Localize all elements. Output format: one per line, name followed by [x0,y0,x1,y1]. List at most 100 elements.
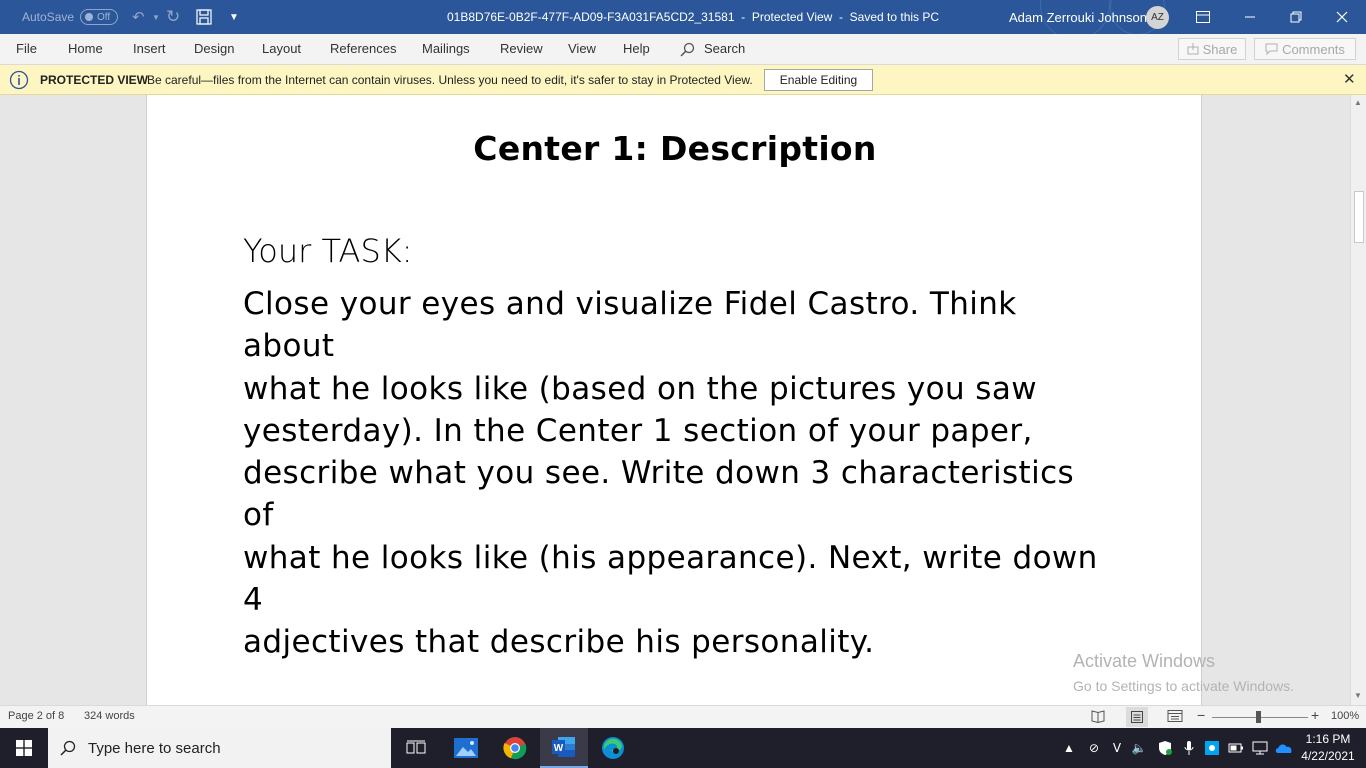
svg-text:W: W [554,743,564,754]
search-icon [60,740,76,756]
onedrive-icon[interactable] [1275,739,1293,757]
windows-taskbar: Type here to search W ▲ ⊘ ᐯ 🔈 1:16 PM 4/… [0,728,1366,768]
tab-references[interactable]: References [330,34,396,64]
taskbar-search-box[interactable]: Type here to search [48,728,391,768]
paragraph-line: Close your eyes and visualize Fidel Cast… [243,286,1017,365]
read-mode-icon[interactable] [1091,709,1105,726]
autosave-toggle[interactable]: Off [80,9,118,25]
share-button[interactable]: Share [1178,38,1246,60]
close-icon[interactable] [1336,0,1348,34]
watermark-subtitle: Go to Settings to activate Windows. [1073,678,1294,694]
info-icon [9,70,29,93]
share-icon [1187,43,1199,55]
task-paragraph: Close your eyes and visualize Fidel Cast… [243,283,1113,664]
restore-icon[interactable] [1290,0,1302,34]
connected-app-icon[interactable] [1203,739,1221,757]
autosave-state: Off [97,11,111,23]
minimize-icon[interactable] [1244,0,1256,34]
protected-view-title: PROTECTED VIEW [40,73,149,87]
display-icon[interactable] [1251,739,1269,757]
paragraph-line: what he looks like (based on the picture… [243,370,1037,407]
document-title: 01B8D76E-0B2F-477F-AD09-F3A031FA5CD2_315… [447,10,940,24]
scroll-down-icon[interactable]: ▼ [1354,691,1362,700]
chrome-app-button[interactable] [491,728,539,768]
zoom-in-icon[interactable]: + [1311,707,1319,723]
protected-view-message: Be careful—files from the Internet can c… [147,73,753,87]
ribbon-tabs: File Home Insert Design Layout Reference… [0,34,1366,65]
comment-icon [1265,43,1278,55]
status-bar: Page 2 of 8 324 words − + 100% [0,705,1366,728]
windows-logo-icon [16,740,32,756]
scroll-up-icon[interactable]: ▲ [1354,98,1362,107]
paragraph-line: what he looks like (his appearance). Nex… [243,539,1098,619]
search-box[interactable]: Search [680,34,745,64]
task-view-icon [406,740,426,754]
volume-icon[interactable]: 🔈 [1130,739,1148,757]
web-layout-icon[interactable] [1167,709,1183,726]
autosave-label: AutoSave [22,10,75,24]
microphone-icon[interactable] [1180,739,1198,757]
comments-label: Comments [1282,41,1345,57]
zoom-out-icon[interactable]: − [1197,707,1205,723]
toggle-knob-icon [85,13,93,21]
scroll-thumb[interactable] [1354,191,1364,243]
print-layout-icon[interactable] [1126,707,1148,727]
search-icon [680,42,695,57]
avatar[interactable]: AZ [1146,6,1169,29]
user-name[interactable]: Adam Zerrouki Johnson [1009,0,1147,34]
paragraph-line: yesterday). In the Center 1 section of y… [243,412,1033,449]
ribbon-display-options-icon[interactable] [1196,0,1210,34]
tab-file[interactable]: File [16,34,37,64]
redo-icon[interactable]: ↻ [166,0,180,34]
tab-review[interactable]: Review [500,34,543,64]
activate-windows-watermark: Activate Windows Go to Settings to activ… [1073,651,1294,694]
paragraph-line: describe what you see. Write down 3 char… [243,455,1075,534]
tab-home[interactable]: Home [68,34,103,64]
document-area: Center 1: Description Your TASK: Close y… [0,95,1350,705]
battery-icon[interactable] [1227,739,1245,757]
share-label: Share [1202,41,1238,57]
tab-layout[interactable]: Layout [262,34,301,64]
security-shield-icon[interactable] [1156,739,1174,757]
tab-mailings[interactable]: Mailings [422,34,470,64]
task-view-button[interactable] [392,728,440,768]
watermark-title: Activate Windows [1073,651,1216,671]
customize-toolbar-icon[interactable]: ▼ [229,0,239,34]
word-icon: W [552,737,575,757]
save-icon[interactable] [196,0,212,34]
close-message-icon[interactable]: ✕ [1343,70,1356,88]
tab-design[interactable]: Design [194,34,234,64]
tab-help[interactable]: Help [623,34,650,64]
start-button[interactable] [0,728,48,768]
tab-view[interactable]: View [568,34,596,64]
paragraph-line: adjectives that describe his personality… [243,624,875,661]
document-page: Center 1: Description Your TASK: Close y… [146,95,1202,705]
tab-insert[interactable]: Insert [133,34,166,64]
network-drive-icon[interactable]: ▲ [1060,739,1078,757]
taskbar-search-placeholder: Type here to search [88,739,221,757]
bluetooth-icon[interactable]: ᐯ [1108,739,1126,757]
enable-editing-button[interactable]: Enable Editing [764,69,873,91]
chrome-icon [503,737,527,760]
clock-time: 1:16 PM [1305,732,1351,746]
zoom-slider-thumb[interactable] [1256,711,1261,723]
title-bar: AutoSave Off ↶ ▼ ↻ ▼ 01B8D76E-0B2F-477F-… [0,0,1366,40]
task-label: Your TASK: [243,232,413,270]
undo-dropdown-icon[interactable]: ▼ [152,0,160,34]
mic-off-icon[interactable]: ⊘ [1085,739,1103,757]
system-clock[interactable]: 1:16 PM 4/22/2021 [1296,731,1360,765]
edge-icon [602,737,624,759]
word-app-button[interactable]: W [540,728,588,768]
comments-button[interactable]: Comments [1254,38,1356,60]
photos-icon [454,738,478,758]
clock-date: 4/22/2021 [1301,749,1355,763]
undo-icon[interactable]: ↶ [132,0,145,34]
vertical-scrollbar[interactable]: ▲ ▼ [1350,95,1366,705]
protected-view-bar: PROTECTED VIEW Be careful—files from the… [0,65,1366,95]
search-label: Search [704,41,746,56]
photos-app-button[interactable] [442,728,490,768]
word-count[interactable]: 324 words [84,710,135,722]
edge-app-button[interactable] [589,728,637,768]
page-count[interactable]: Page 2 of 8 [8,710,64,722]
zoom-level[interactable]: 100% [1331,710,1359,722]
